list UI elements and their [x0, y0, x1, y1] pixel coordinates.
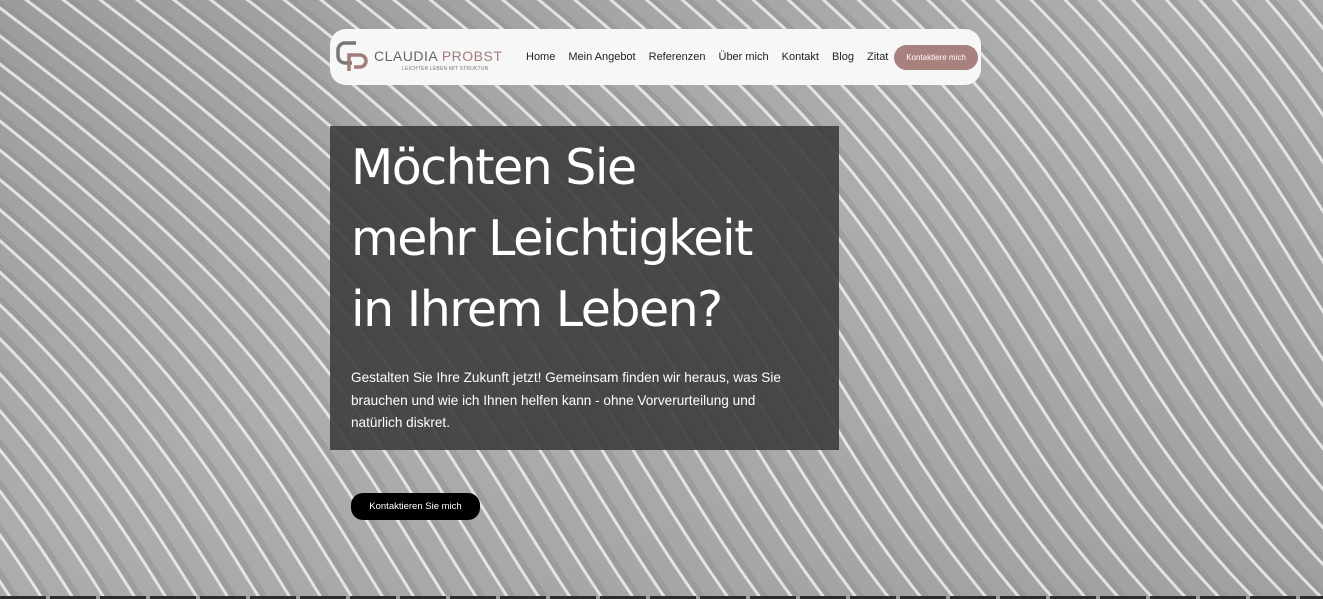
hero-description-line: brauchen und wie ich Ihnen helfen kann -… — [351, 392, 756, 408]
hero-headline-line: Möchten Sie — [351, 139, 637, 196]
nav-item-home[interactable]: Home — [526, 51, 555, 63]
top-navigation-bar: CLAUDIA PROBST LEICHTER LEBEN MIT STRUKT… — [330, 29, 981, 85]
cp-monogram-icon — [336, 41, 368, 71]
hero-headline: Möchten Sie mehr Leichtigkeit in Ihrem L… — [351, 132, 831, 345]
hero-description-line: natürlich diskret. — [351, 415, 450, 430]
hero-headline-line: mehr Leichtigkeit — [351, 210, 753, 267]
hero-panel: Möchten Sie mehr Leichtigkeit in Ihrem L… — [330, 126, 839, 450]
nav-item-mein-angebot[interactable]: Mein Angebot — [568, 51, 635, 63]
contact-me-nav-button[interactable]: Kontaktiere mich — [894, 45, 978, 70]
nav-item-referenzen[interactable]: Referenzen — [649, 51, 706, 63]
hero-headline-line: in Ihrem Leben? — [351, 281, 723, 338]
hero-description-line: Gestalten Sie Ihre Zukunft jetzt! Gemein… — [351, 370, 781, 385]
nav-item-ueber-mich[interactable]: Über mich — [719, 51, 769, 63]
nav-item-blog[interactable]: Blog — [832, 51, 854, 63]
main-menu: Home Mein Angebot Referenzen Über mich K… — [526, 29, 901, 85]
contact-cta-button[interactable]: Kontaktieren Sie mich — [351, 493, 480, 520]
nav-item-zitat[interactable]: Zitat — [867, 51, 888, 63]
logo[interactable]: CLAUDIA PROBST LEICHTER LEBEN MIT STRUKT… — [336, 39, 516, 77]
logo-wordmark: CLAUDIA PROBST — [374, 48, 503, 64]
nav-item-kontakt[interactable]: Kontakt — [782, 51, 819, 63]
logo-tagline: LEICHTER LEBEN MIT STRUKTUR — [402, 66, 489, 72]
hero-description: Gestalten Sie Ihre Zukunft jetzt! Gemein… — [351, 367, 811, 435]
